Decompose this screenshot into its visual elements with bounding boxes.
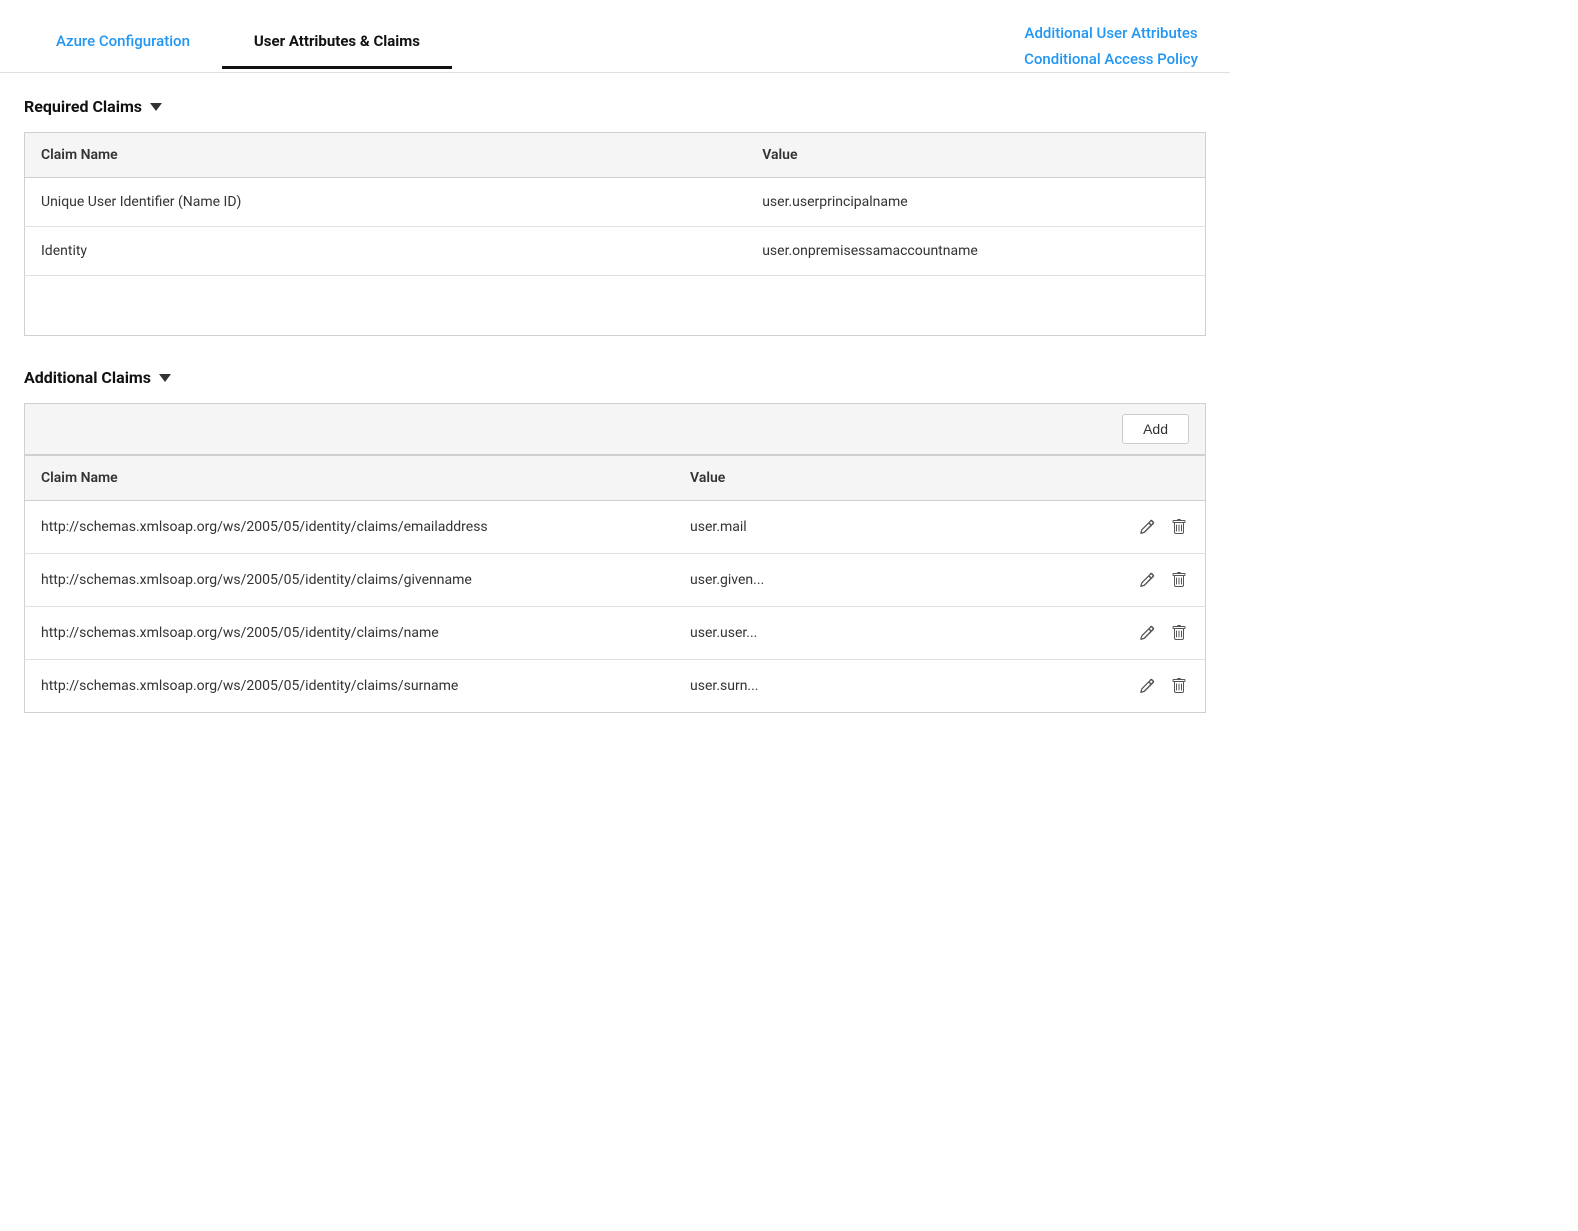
action-icons-group [1103,517,1189,537]
action-icons-group [1103,570,1189,590]
tab-user-attributes[interactable]: User Attributes & Claims [222,20,452,69]
required-col-name-header: Claim Name [25,133,747,178]
required-claims-title: Required Claims [24,97,142,116]
additional-claim-name: http://schemas.xmlsoap.org/ws/2005/05/id… [25,501,675,554]
additional-claim-actions [1087,660,1205,713]
additional-claim-actions [1087,554,1205,607]
action-icons-group [1103,676,1189,696]
additional-claim-actions [1087,501,1205,554]
additional-col-name-header: Claim Name [25,456,675,501]
additional-claim-name: http://schemas.xmlsoap.org/ws/2005/05/id… [25,607,675,660]
additional-claims-title: Additional Claims [24,368,151,387]
required-claims-chevron[interactable] [150,103,162,111]
additional-claims-header: Additional Claims [24,368,1206,387]
additional-claim-name: http://schemas.xmlsoap.org/ws/2005/05/id… [25,660,675,713]
required-claims-header-row: Claim Name Value [25,133,1206,178]
tab-additional-user-attributes[interactable]: Additional User Attributes [1017,20,1206,46]
required-claims-table: Claim Name Value Unique User Identifier … [24,132,1206,336]
delete-claim-button[interactable] [1169,623,1189,643]
additional-claims-row: http://schemas.xmlsoap.org/ws/2005/05/id… [25,501,1206,554]
tab-conditional-access[interactable]: Conditional Access Policy [1016,46,1206,72]
edit-claim-button[interactable] [1137,676,1157,696]
additional-claim-name: http://schemas.xmlsoap.org/ws/2005/05/id… [25,554,675,607]
additional-claims-col-header-row: Claim Name Value [25,456,1206,501]
additional-claim-value: user.user... [674,607,1087,660]
required-claim-value: user.onpremisessamaccountname [746,227,1205,276]
additional-claims-toolbar: Add [25,404,1205,455]
required-col-value-header: Value [746,133,1205,178]
additional-col-value-header: Value [674,456,1087,501]
additional-toolbar-row: Add [25,404,1206,456]
additional-claims-row: http://schemas.xmlsoap.org/ws/2005/05/id… [25,554,1206,607]
required-claim-name: Unique User Identifier (Name ID) [25,178,747,227]
additional-claim-value: user.surn... [674,660,1087,713]
delete-claim-button[interactable] [1169,517,1189,537]
additional-claims-row: http://schemas.xmlsoap.org/ws/2005/05/id… [25,607,1206,660]
edit-claim-button[interactable] [1137,517,1157,537]
additional-claim-actions [1087,607,1205,660]
additional-claim-value: user.given... [674,554,1087,607]
delete-claim-button[interactable] [1169,676,1189,696]
nav-right-tabs: Additional User Attributes Conditional A… [1016,20,1206,72]
required-claim-value: user.userprincipalname [746,178,1205,227]
required-claims-spacer [25,276,1206,336]
delete-claim-button[interactable] [1169,570,1189,590]
edit-claim-button[interactable] [1137,623,1157,643]
edit-claim-button[interactable] [1137,570,1157,590]
main-content: Required Claims Claim Name Value Unique … [0,73,1230,769]
nav-header: Azure Configuration User Attributes & Cl… [0,0,1230,73]
additional-claims-row: http://schemas.xmlsoap.org/ws/2005/05/id… [25,660,1206,713]
additional-claim-value: user.mail [674,501,1087,554]
required-claims-row: Unique User Identifier (Name ID) user.us… [25,178,1206,227]
additional-col-actions-header [1087,456,1205,501]
required-claims-row: Identity user.onpremisessamaccountname [25,227,1206,276]
tab-azure-configuration[interactable]: Azure Configuration [24,20,222,66]
additional-claims-chevron[interactable] [159,374,171,382]
required-claims-header: Required Claims [24,97,1206,116]
add-claim-button[interactable]: Add [1122,414,1189,444]
action-icons-group [1103,623,1189,643]
required-claim-name: Identity [25,227,747,276]
additional-claims-table: Add Claim Name Value http://schemas.xmls… [24,403,1206,713]
